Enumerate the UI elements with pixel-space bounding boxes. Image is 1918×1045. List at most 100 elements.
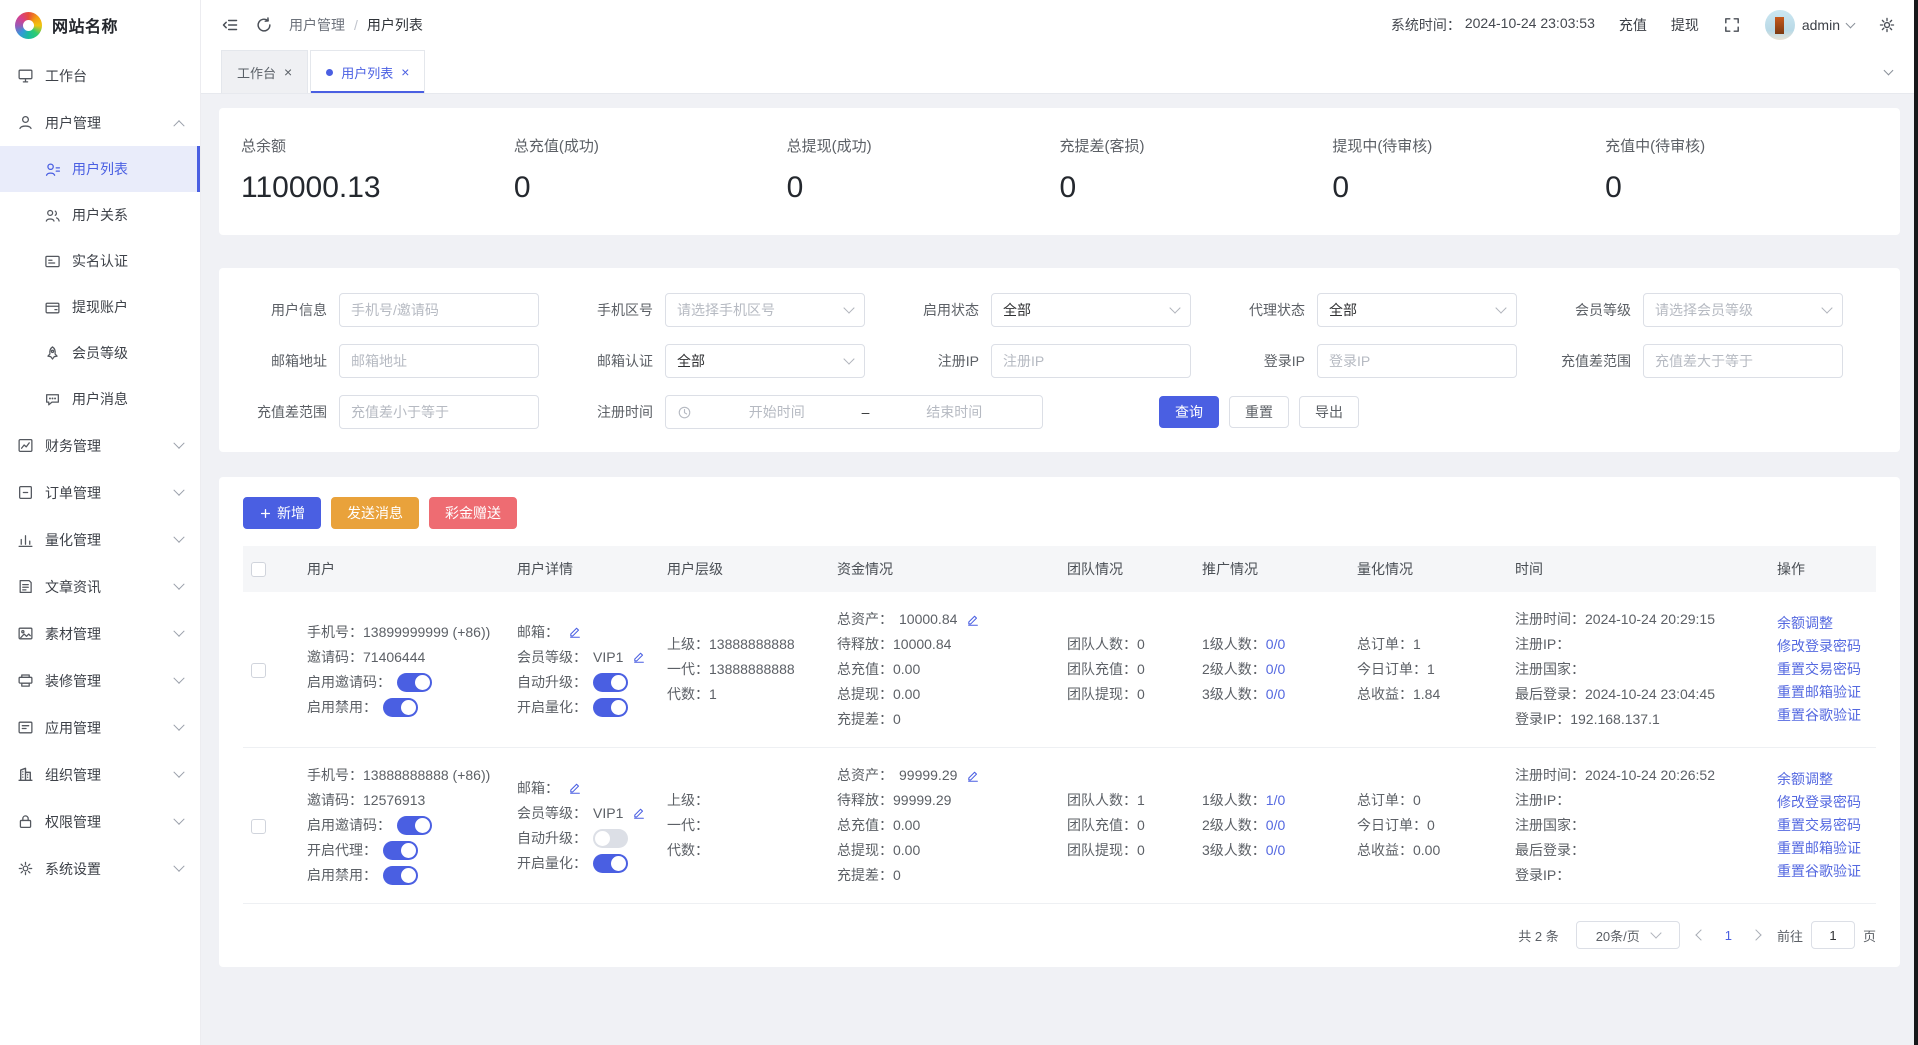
diff-value: 0 bbox=[893, 867, 901, 883]
sidebar-item-user-management[interactable]: 用户管理 bbox=[0, 99, 200, 146]
login-ip-input[interactable] bbox=[1329, 353, 1505, 369]
agent-status-select[interactable]: 全部 bbox=[1317, 293, 1517, 327]
edit-icon[interactable] bbox=[568, 625, 582, 639]
edit-icon[interactable] bbox=[966, 613, 980, 627]
auto-upgrade-toggle[interactable] bbox=[593, 829, 628, 848]
op-reset-trade-password-link[interactable]: 重置交易密码 bbox=[1777, 658, 1868, 681]
total-profit-value: 0.00 bbox=[1413, 842, 1440, 858]
edit-icon[interactable] bbox=[632, 650, 646, 664]
sidebar-item-real-name-auth[interactable]: 实名认证 bbox=[0, 238, 200, 284]
level2-count-label: 2级人数： bbox=[1202, 661, 1266, 677]
level1-count-link[interactable]: 0/0 bbox=[1266, 636, 1285, 652]
sidebar-item-quant[interactable]: 量化管理 bbox=[0, 516, 200, 563]
edit-icon[interactable] bbox=[966, 769, 980, 783]
sidebar-item-user-relations[interactable]: 用户关系 bbox=[0, 192, 200, 238]
sidebar-item-organization[interactable]: 组织管理 bbox=[0, 751, 200, 798]
quant-toggle[interactable] bbox=[593, 854, 628, 873]
fullscreen-icon[interactable] bbox=[1723, 16, 1741, 34]
op-balance-adjust-link[interactable]: 余额调整 bbox=[1777, 768, 1868, 791]
sidebar-item-system-settings[interactable]: 系统设置 bbox=[0, 845, 200, 892]
recharge-diff-ge-input[interactable] bbox=[1655, 353, 1831, 369]
sidebar-item-label: 素材管理 bbox=[45, 624, 175, 644]
auto-upgrade-toggle[interactable] bbox=[593, 673, 628, 692]
filter-row-1: 用户信息 手机区号 请选择手机区号 启用状态 全部 代理状态 全部 bbox=[243, 293, 1876, 327]
disable-toggle[interactable] bbox=[383, 866, 418, 885]
sidebar-item-user-messages[interactable]: 用户消息 bbox=[0, 376, 200, 422]
email-input[interactable] bbox=[351, 353, 527, 369]
member-level-select[interactable]: 请选择会员等级 bbox=[1643, 293, 1843, 327]
edit-icon[interactable] bbox=[632, 806, 646, 820]
row-checkbox[interactable] bbox=[251, 819, 266, 834]
phone-area-select[interactable]: 请选择手机区号 bbox=[665, 293, 865, 327]
sidebar-item-orders[interactable]: 订单管理 bbox=[0, 469, 200, 516]
settings-gear-icon[interactable] bbox=[1878, 16, 1896, 34]
op-change-login-password-link[interactable]: 修改登录密码 bbox=[1777, 791, 1868, 814]
op-reset-trade-password-link[interactable]: 重置交易密码 bbox=[1777, 814, 1868, 837]
member-level-label: 会员等级： bbox=[517, 645, 587, 670]
export-button[interactable]: 导出 bbox=[1299, 396, 1359, 428]
level3-count-link[interactable]: 0/0 bbox=[1266, 842, 1285, 858]
op-reset-email-verify-link[interactable]: 重置邮箱验证 bbox=[1777, 681, 1868, 704]
withdraw-link[interactable]: 提现 bbox=[1671, 15, 1699, 35]
sidebar-item-applications[interactable]: 应用管理 bbox=[0, 704, 200, 751]
user-info-input[interactable] bbox=[351, 302, 527, 318]
add-user-button[interactable]: 新增 bbox=[243, 497, 321, 529]
collapse-sidebar-icon[interactable] bbox=[221, 16, 239, 34]
today-orders-value: 1 bbox=[1427, 661, 1435, 677]
level3-count-link[interactable]: 0/0 bbox=[1266, 686, 1285, 702]
sidebar-item-user-list[interactable]: 用户列表 bbox=[0, 146, 200, 192]
sidebar-item-articles[interactable]: 文章资讯 bbox=[0, 563, 200, 610]
bonus-gift-button[interactable]: 彩金赠送 bbox=[429, 497, 517, 529]
sidebar-item-materials[interactable]: 素材管理 bbox=[0, 610, 200, 657]
recharge-diff-le-input[interactable] bbox=[351, 404, 527, 420]
invite-code-value: 12576913 bbox=[363, 792, 425, 808]
close-icon[interactable]: × bbox=[284, 65, 292, 79]
stat-value: 0 bbox=[514, 171, 787, 205]
prev-page-icon[interactable] bbox=[1695, 929, 1706, 940]
next-page-icon[interactable] bbox=[1750, 929, 1761, 940]
register-ip-input[interactable] bbox=[1003, 353, 1179, 369]
table-header-row: 用户 用户详情 用户层级 资金情况 团队情况 推广情况 量化情况 时间 操作 bbox=[243, 546, 1876, 592]
select-all-checkbox[interactable] bbox=[251, 562, 266, 577]
field-label: 登录IP bbox=[1221, 351, 1317, 371]
sidebar-item-permissions[interactable]: 权限管理 bbox=[0, 798, 200, 845]
level1-count-link[interactable]: 1/0 bbox=[1266, 792, 1285, 808]
tab-workbench[interactable]: 工作台 × bbox=[221, 50, 308, 93]
sidebar-item-member-level[interactable]: 会员等级 bbox=[0, 330, 200, 376]
sidebar-item-decoration[interactable]: 装修管理 bbox=[0, 657, 200, 704]
tab-user-list[interactable]: 用户列表 × bbox=[310, 50, 425, 93]
enable-status-select[interactable]: 全部 bbox=[991, 293, 1191, 327]
select-value: 全部 bbox=[677, 351, 845, 371]
row-checkbox[interactable] bbox=[251, 663, 266, 678]
invite-code-toggle[interactable] bbox=[397, 673, 432, 692]
sidebar-item-finance[interactable]: 财务管理 bbox=[0, 422, 200, 469]
recharge-link[interactable]: 充值 bbox=[1619, 15, 1647, 35]
sidebar-item-withdraw-account[interactable]: 提现账户 bbox=[0, 284, 200, 330]
edit-icon[interactable] bbox=[568, 781, 582, 795]
close-icon[interactable]: × bbox=[401, 65, 409, 79]
quant-toggle[interactable] bbox=[593, 698, 628, 717]
user-menu[interactable]: admin bbox=[1765, 10, 1854, 40]
page-size-select[interactable]: 20条/页 bbox=[1576, 921, 1680, 949]
level2-count-link[interactable]: 0/0 bbox=[1266, 661, 1285, 677]
page-number[interactable]: 1 bbox=[1725, 928, 1732, 943]
email-verify-select[interactable]: 全部 bbox=[665, 344, 865, 378]
disable-toggle[interactable] bbox=[383, 698, 418, 717]
col-header-user-detail: 用户详情 bbox=[509, 546, 659, 592]
sidebar-item-workbench[interactable]: 工作台 bbox=[0, 52, 200, 99]
op-balance-adjust-link[interactable]: 余额调整 bbox=[1777, 612, 1868, 635]
invite-code-toggle[interactable] bbox=[397, 816, 432, 835]
op-reset-google-verify-link[interactable]: 重置谷歌验证 bbox=[1777, 860, 1868, 883]
refresh-icon[interactable] bbox=[255, 16, 273, 34]
level2-count-link[interactable]: 0/0 bbox=[1266, 817, 1285, 833]
op-reset-google-verify-link[interactable]: 重置谷歌验证 bbox=[1777, 704, 1868, 727]
send-message-button[interactable]: 发送消息 bbox=[331, 497, 419, 529]
agent-toggle[interactable] bbox=[383, 841, 418, 860]
reset-button[interactable]: 重置 bbox=[1229, 396, 1289, 428]
search-button[interactable]: 查询 bbox=[1159, 396, 1219, 428]
goto-page-input[interactable] bbox=[1811, 921, 1855, 949]
op-change-login-password-link[interactable]: 修改登录密码 bbox=[1777, 635, 1868, 658]
register-time-range-picker[interactable]: 开始时间 – 结束时间 bbox=[665, 395, 1043, 429]
page-content: 总余额 110000.13 总充值(成功) 0 总提现(成功) 0 充提差(客损… bbox=[201, 94, 1918, 1045]
op-reset-email-verify-link[interactable]: 重置邮箱验证 bbox=[1777, 837, 1868, 860]
